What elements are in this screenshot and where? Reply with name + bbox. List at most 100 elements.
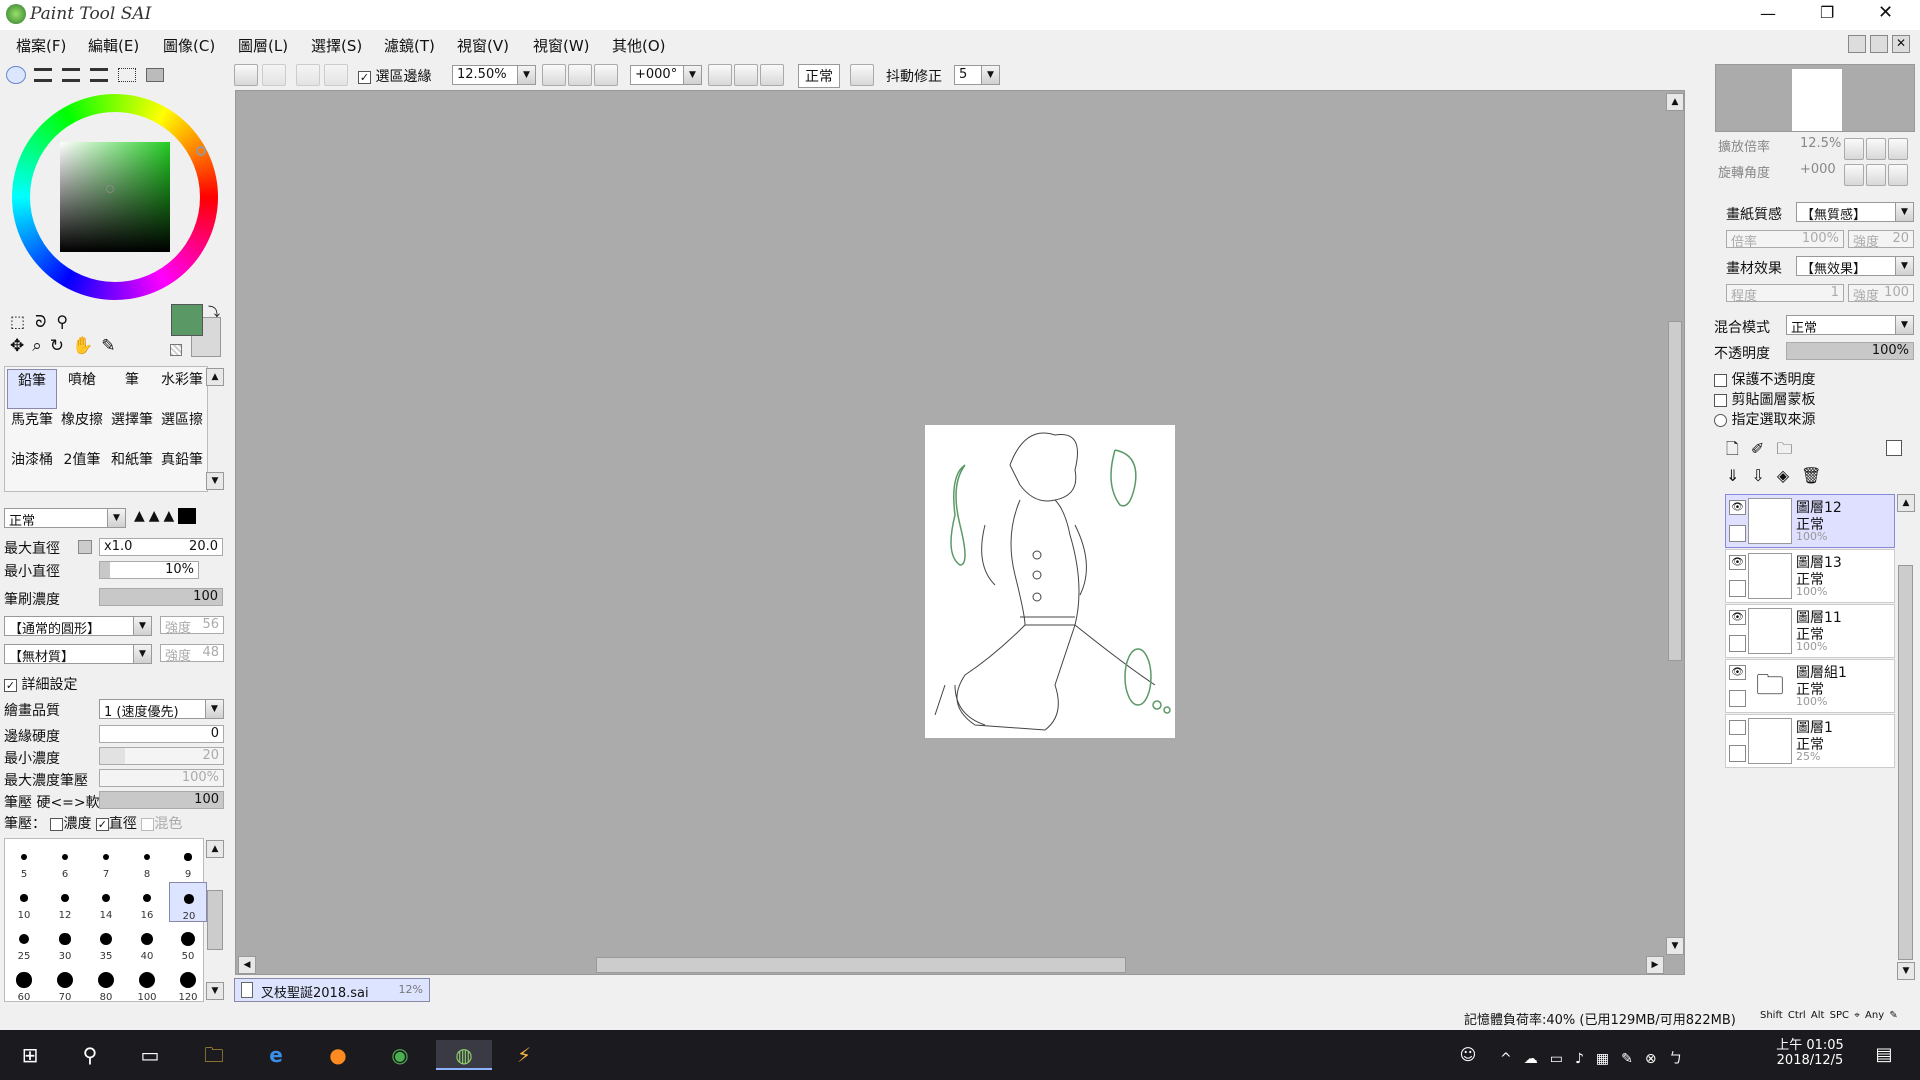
size-scroll-thumb[interactable]: [207, 890, 223, 950]
stabilizer-dropdown[interactable]: 5 ▼: [954, 65, 1000, 85]
new-linework-layer-icon[interactable]: ✐: [1751, 439, 1776, 458]
minimize-button[interactable]: —: [1760, 4, 1776, 23]
redo-button[interactable]: [262, 64, 286, 86]
blend-mode-dropdown[interactable]: 正常 ▼: [4, 508, 126, 529]
menu-select[interactable]: 選擇(S): [311, 35, 362, 56]
layer-item[interactable]: 圖層1 正常 25%: [1725, 714, 1895, 768]
rotate-icon[interactable]: ↻: [50, 336, 72, 356]
canvas-scroll-right[interactable]: ▶: [1646, 956, 1664, 974]
swatch-grid-icon[interactable]: [118, 68, 136, 82]
layer-pen-icon[interactable]: [1729, 525, 1746, 542]
tablet-driver-icon[interactable]: ⚡: [508, 1040, 540, 1070]
brush-size-cell[interactable]: 6: [46, 841, 84, 881]
nav-zoom-in-button[interactable]: [1866, 138, 1886, 160]
preserve-opacity-row[interactable]: 保護不透明度: [1714, 369, 1815, 389]
new-layer-icon[interactable]: 🗋: [1726, 439, 1751, 458]
min-size-slider[interactable]: 10%: [99, 561, 199, 579]
magic-wand-icon[interactable]: ⚲: [56, 312, 78, 331]
layer-scroll-thumb[interactable]: [1898, 565, 1913, 960]
chrome-icon[interactable]: ◉: [384, 1040, 416, 1070]
new-folder-icon[interactable]: 🗀: [1776, 439, 1804, 458]
tool-scroll-up[interactable]: ▲: [206, 368, 224, 386]
hand-icon[interactable]: ✋: [72, 336, 101, 356]
view-mode-button[interactable]: 正常: [798, 64, 840, 88]
brush-shape-dropdown[interactable]: 【通常的圓形】 ▼: [4, 616, 152, 637]
texture-dropdown[interactable]: 【無材質】 ▼: [4, 644, 152, 665]
deselect-button[interactable]: [296, 64, 320, 86]
panel-minimize-button[interactable]: [1848, 35, 1866, 53]
menu-view[interactable]: 視窗(V): [457, 35, 509, 56]
paint-tool-sai-taskbar-icon[interactable]: ◍: [436, 1040, 492, 1070]
search-icon[interactable]: ⚲: [74, 1040, 106, 1070]
selection-source-row[interactable]: 指定選取來源: [1714, 409, 1815, 429]
min-density-slider[interactable]: 20: [99, 747, 224, 765]
menu-edit[interactable]: 編輯(E): [88, 35, 139, 56]
brush-size-cell[interactable]: 25: [5, 923, 43, 963]
primary-color-swatch[interactable]: [171, 304, 203, 336]
brush-size-cell[interactable]: 35: [87, 923, 125, 963]
brush-size-cell[interactable]: 40: [128, 923, 166, 963]
layer-blend-dropdown[interactable]: 正常 ▼: [1786, 315, 1914, 336]
zoom-dropdown[interactable]: 12.50% ▼: [452, 65, 536, 85]
layer-scroll-down[interactable]: ▼: [1897, 962, 1915, 980]
navigator-preview[interactable]: [1715, 64, 1915, 132]
color-wheel[interactable]: [12, 94, 218, 300]
clock[interactable]: 上午 01:05 2018/12/5: [1770, 1034, 1850, 1068]
people-icon[interactable]: ☺: [1452, 1040, 1484, 1070]
tool-eraser[interactable]: 橡皮擦: [57, 409, 107, 449]
saturation-value-square[interactable]: [60, 142, 170, 252]
undo-button[interactable]: [234, 64, 258, 86]
rotate-right-button[interactable]: [734, 64, 758, 86]
visibility-hidden-icon[interactable]: [1729, 720, 1746, 735]
paper-texture-dropdown[interactable]: 【無質感】 ▼: [1796, 202, 1914, 223]
visibility-eye-icon[interactable]: 👁: [1729, 610, 1746, 625]
input-method-icon[interactable]: ㄅ: [1669, 1051, 1695, 1067]
texture-strength-field[interactable]: 強度 48: [160, 644, 224, 664]
color-wheel-mode-icon[interactable]: [6, 66, 26, 84]
tool-select-pen[interactable]: 選擇筆: [107, 409, 157, 449]
effect-degree-field[interactable]: 程度 1: [1726, 284, 1844, 304]
nav-rotate-right-button[interactable]: [1866, 164, 1886, 186]
selection-source-radio[interactable]: [1714, 413, 1727, 427]
rotate-reset-button[interactable]: [760, 64, 784, 86]
layer-item[interactable]: 👁 圖層12 正常 100%: [1725, 494, 1895, 548]
rect-select-icon[interactable]: ⬚: [10, 312, 35, 331]
rotation-dropdown[interactable]: +000° ▼: [630, 65, 702, 85]
pressure-hardness-slider[interactable]: 100: [99, 791, 224, 809]
maximize-button[interactable]: ❐: [1820, 3, 1834, 22]
brush-size-cell[interactable]: 12: [46, 882, 84, 922]
visibility-eye-icon[interactable]: 👁: [1729, 500, 1746, 515]
canvas-scroll-left[interactable]: ◀: [238, 956, 256, 974]
nav-zoom-reset-button[interactable]: [1888, 138, 1908, 160]
nav-rotate-reset-button[interactable]: [1888, 164, 1908, 186]
layer-item[interactable]: 👁 圖層13 正常 100%: [1725, 549, 1895, 603]
windows-start-icon[interactable]: ⊞: [14, 1040, 46, 1070]
layer-item[interactable]: 👁 圖層11 正常 100%: [1725, 604, 1895, 658]
flip-canvas-button[interactable]: [850, 64, 874, 86]
brush-size-cell[interactable]: 20: [169, 882, 207, 922]
brush-size-cell[interactable]: 50: [169, 923, 207, 963]
merge-visible-icon[interactable]: ⇩: [1751, 466, 1776, 485]
lasso-icon[interactable]: ᘐ: [35, 312, 56, 331]
menu-file[interactable]: 檔案(F): [16, 35, 66, 56]
close-button[interactable]: ✕: [1878, 2, 1893, 23]
clear-layer-icon[interactable]: ◈: [1777, 466, 1801, 485]
tool-binary-pen[interactable]: 2值筆: [57, 449, 107, 489]
menu-other[interactable]: 其他(O): [612, 35, 666, 56]
canvas-area[interactable]: ▲ ▼ ◀ ▶: [235, 90, 1685, 975]
clipping-checkbox[interactable]: [1714, 393, 1727, 407]
layer-lock-icon[interactable]: [1729, 690, 1746, 707]
effect-strength-field[interactable]: 強度 100: [1848, 284, 1914, 304]
battery-icon[interactable]: ▭: [1550, 1051, 1575, 1067]
move-icon[interactable]: ✥: [10, 336, 32, 356]
tool-scroll-down[interactable]: ▼: [206, 472, 224, 490]
size-scroll-up[interactable]: ▲: [206, 840, 224, 858]
swatch-list-icon[interactable]: [90, 68, 108, 82]
menu-layer[interactable]: 圖層(L): [238, 35, 288, 56]
swap-colors-icon[interactable]: ⤵: [208, 303, 220, 320]
brush-size-cell[interactable]: 10: [5, 882, 43, 922]
task-view-icon[interactable]: ▭: [134, 1040, 166, 1070]
merge-down-icon[interactable]: ⇓: [1726, 466, 1751, 485]
preserve-opacity-checkbox[interactable]: [1714, 373, 1727, 387]
tool-real-pencil[interactable]: 真鉛筆: [157, 449, 207, 489]
